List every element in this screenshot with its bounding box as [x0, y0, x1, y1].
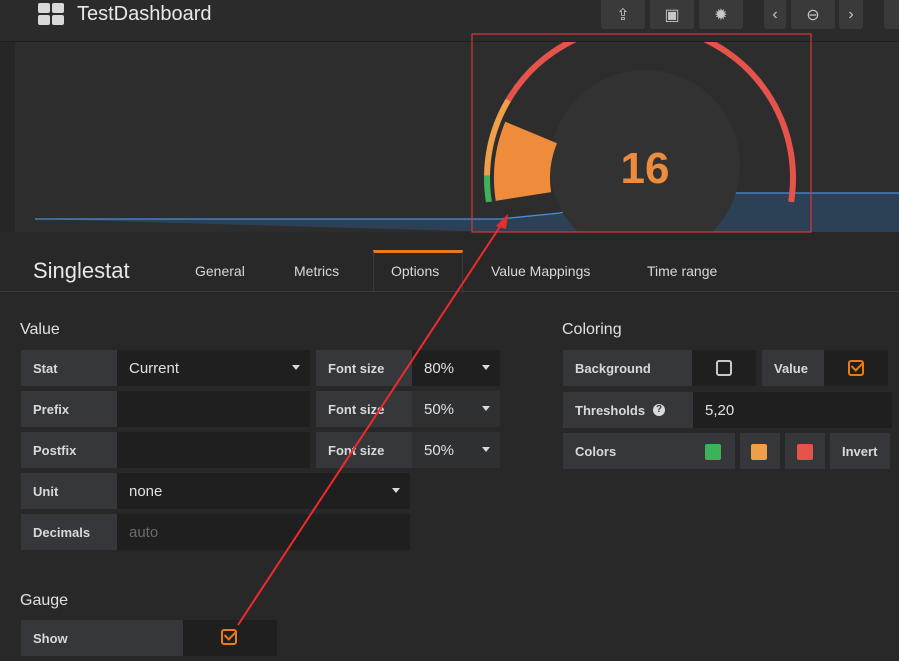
annotation-rectangle — [471, 33, 812, 233]
annotation-overlay — [237, 33, 812, 626]
arrowhead-icon — [496, 214, 508, 229]
annotation-arrow — [237, 221, 504, 626]
